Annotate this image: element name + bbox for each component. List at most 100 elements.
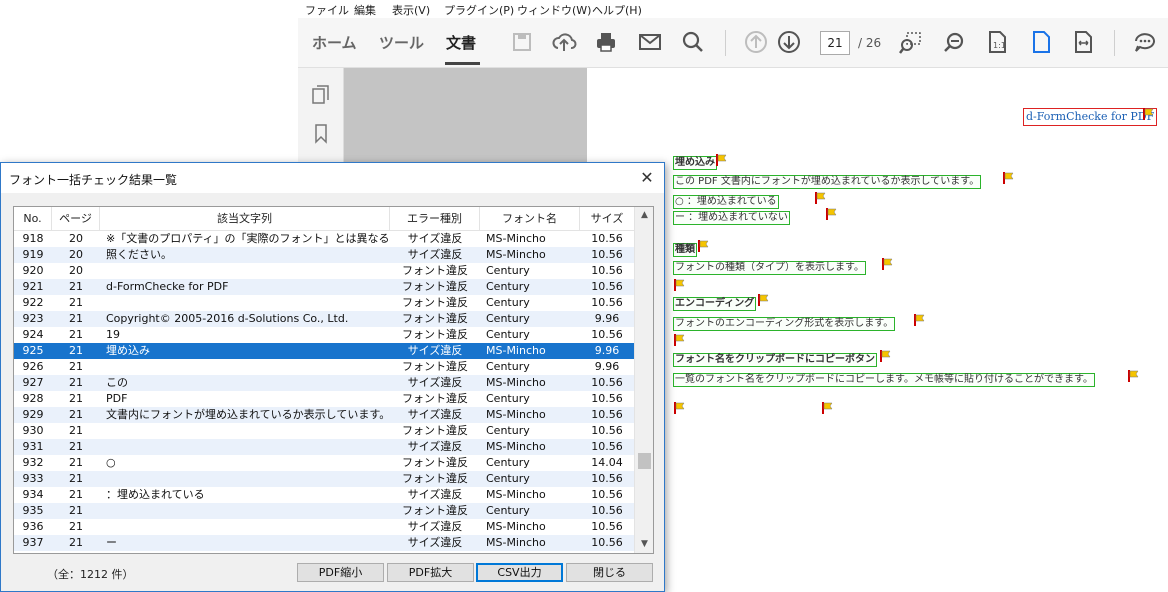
cell-size: 10.56 <box>591 392 623 405</box>
next-page-icon[interactable] <box>776 29 802 55</box>
pdf-line[interactable]: ○ ：埋め込まれている <box>673 195 779 209</box>
pdf-line[interactable]: 種類 <box>673 243 697 257</box>
actual-size-icon[interactable]: 1:1 <box>984 29 1010 55</box>
tab-home[interactable]: ホーム <box>312 32 357 53</box>
scrollbar-thumb[interactable] <box>638 453 651 469</box>
cell-err: サイズ違反 <box>407 232 463 245</box>
cell-text: ※「文書のプロパティ」の「実際のフォント」とは異なる場合... <box>106 232 390 245</box>
table-row[interactable]: 935 21 フォント違反 Century 10.56 <box>14 503 634 519</box>
cell-no: 930 <box>22 424 44 437</box>
table-row[interactable]: 927 21 この サイズ違反 MS-Mincho 10.56 <box>14 375 634 391</box>
search-icon[interactable] <box>680 29 706 55</box>
vertical-scrollbar[interactable]: ▲ ▼ <box>634 207 653 553</box>
cell-page: 21 <box>69 488 83 501</box>
pdf-line[interactable]: フォントのエンコーディング形式を表示します。 <box>673 317 896 331</box>
pdf-line[interactable]: この PDF 文書内にフォントが埋め込まれているか表示しています。 <box>673 175 982 189</box>
cell-font: MS-Mincho <box>486 520 546 533</box>
cell-font: Century <box>486 312 530 325</box>
table-row[interactable]: 925 21 埋め込み サイズ違反 MS-Mincho 9.96 <box>14 343 634 359</box>
previous-page-icon[interactable] <box>743 29 769 55</box>
flag-icon <box>673 334 685 346</box>
flag-icon <box>1142 108 1154 120</box>
column-header-page[interactable]: ページ <box>52 207 100 231</box>
scroll-down-icon[interactable]: ▼ <box>635 536 653 553</box>
tab-document[interactable]: 文書 <box>446 32 476 53</box>
cell-err: サイズ違反 <box>407 408 463 421</box>
pdf-line[interactable]: フォント名をクリップボードにコピーボタン <box>673 353 877 367</box>
pdf-line[interactable]: エンコーディング <box>673 297 757 311</box>
cell-size: 9.96 <box>594 360 620 373</box>
print-icon[interactable] <box>593 29 619 55</box>
cell-no: 931 <box>22 440 44 453</box>
menu-file[interactable]: ファイル <box>305 2 349 18</box>
table-row[interactable]: 937 21 ー サイズ違反 MS-Mincho 10.56 <box>14 535 634 551</box>
table-row[interactable]: 918 20 ※「文書のプロパティ」の「実際のフォント」とは異なる場合... サイズ違… <box>14 231 634 247</box>
pdf-line[interactable]: 埋め込み <box>673 156 717 170</box>
dialog-titlebar[interactable]: フォント一括チェック結果一覧 ✕ <box>1 163 664 193</box>
flag-icon <box>879 350 891 362</box>
fit-width-icon[interactable] <box>1070 29 1096 55</box>
pdf-header-text[interactable]: d-FormChecke for PDF <box>1023 108 1158 126</box>
close-button[interactable]: 閉じる <box>566 563 653 582</box>
cell-err: サイズ違反 <box>407 488 463 501</box>
cell-font: Century <box>486 424 530 437</box>
pdf-shrink-button[interactable]: PDF縮小 <box>297 563 384 582</box>
cell-size: 10.56 <box>591 504 623 517</box>
cell-err: サイズ違反 <box>407 248 463 261</box>
table-row[interactable]: 936 21 サイズ違反 MS-Mincho 10.56 <box>14 519 634 535</box>
tab-tools[interactable]: ツール <box>379 32 424 53</box>
scroll-up-icon[interactable]: ▲ <box>635 207 653 224</box>
bookmark-icon[interactable] <box>310 122 332 144</box>
table-row[interactable]: 923 21 Copyright© 2005-2016 d-Solutions Co… <box>14 311 634 327</box>
zoom-out-icon[interactable] <box>941 29 967 55</box>
column-header-text[interactable]: 該当文字列 <box>100 207 390 231</box>
pages-thumbnail-icon[interactable] <box>310 84 332 106</box>
cell-text <box>100 295 390 311</box>
marquee-zoom-icon[interactable] <box>898 29 924 55</box>
table-row[interactable]: 929 21 文書内にフォントが埋め込まれているか表示しています。 サイズ違反 MS-M… <box>14 407 634 423</box>
table-row[interactable]: 922 21 フォント違反 Century 10.56 <box>14 295 634 311</box>
cell-text: 埋め込み <box>106 344 150 357</box>
pdf-enlarge-button[interactable]: PDF拡大 <box>387 563 474 582</box>
table-row[interactable]: 934 21 ：埋め込まれている サイズ違反 MS-Mincho 10.56 <box>14 487 634 503</box>
csv-export-button[interactable]: CSV出力 <box>476 563 563 582</box>
mail-icon[interactable] <box>637 29 663 55</box>
menu-bar: ファイル 編集 表示(V) プラグイン(P) ウィンドウ(W) ヘルプ(H) <box>298 0 1168 18</box>
column-header-size[interactable]: サイズ <box>580 207 634 231</box>
pdf-line[interactable]: 一覧のフォント名をクリップボードにコピーします。メモ帳等に貼り付けることができま… <box>673 373 1095 387</box>
cell-text: 照ください。 <box>106 248 172 261</box>
fit-page-icon[interactable] <box>1028 29 1054 55</box>
table-row[interactable]: 924 21 19 フォント違反 Century 10.56 <box>14 327 634 343</box>
menu-window[interactable]: ウィンドウ(W) <box>517 2 591 18</box>
cell-size: 9.96 <box>594 312 620 325</box>
table-row[interactable]: 930 21 フォント違反 Century 10.56 <box>14 423 634 439</box>
column-header-no[interactable]: No. <box>14 207 52 231</box>
menu-plugin[interactable]: プラグイン(P) <box>444 2 514 18</box>
menu-edit[interactable]: 編集 <box>354 2 376 18</box>
table-row[interactable]: 932 21 ○ フォント違反 Century 14.04 <box>14 455 634 471</box>
table-row[interactable]: 928 21 PDF フォント違反 Century 10.56 <box>14 391 634 407</box>
cell-size: 10.56 <box>591 520 623 533</box>
menu-help[interactable]: ヘルプ(H) <box>592 2 642 18</box>
cell-page: 21 <box>69 408 83 421</box>
pdf-line[interactable]: ー ：埋め込まれていない <box>673 211 790 225</box>
pdf-line[interactable]: フォントの種類（タイプ）を表示します。 <box>673 261 866 275</box>
cell-text <box>100 263 390 279</box>
cell-text: 19 <box>106 328 120 341</box>
table-row[interactable]: 926 21 フォント違反 Century 9.96 <box>14 359 634 375</box>
table-row[interactable]: 920 20 フォント違反 Century 10.56 <box>14 263 634 279</box>
save-icon[interactable] <box>509 29 535 55</box>
cloud-upload-icon[interactable] <box>551 29 577 55</box>
menu-view[interactable]: 表示(V) <box>392 2 430 18</box>
close-icon[interactable]: ✕ <box>636 167 658 189</box>
table-row[interactable]: 919 20 照ください。 サイズ違反 MS-Mincho 10.56 <box>14 247 634 263</box>
table-row[interactable]: 933 21 フォント違反 Century 10.56 <box>14 471 634 487</box>
cell-no: 922 <box>22 296 44 309</box>
comment-icon[interactable] <box>1132 29 1158 55</box>
column-header-error[interactable]: エラー種別 <box>390 207 480 231</box>
column-header-font[interactable]: フォント名 <box>480 207 580 231</box>
table-row[interactable]: 931 21 サイズ違反 MS-Mincho 10.56 <box>14 439 634 455</box>
table-row[interactable]: 921 21 d-FormChecke for PDF フォント違反 Century 10… <box>14 279 634 295</box>
page-number-input[interactable]: 21 <box>820 31 850 55</box>
flag-icon <box>697 240 709 252</box>
